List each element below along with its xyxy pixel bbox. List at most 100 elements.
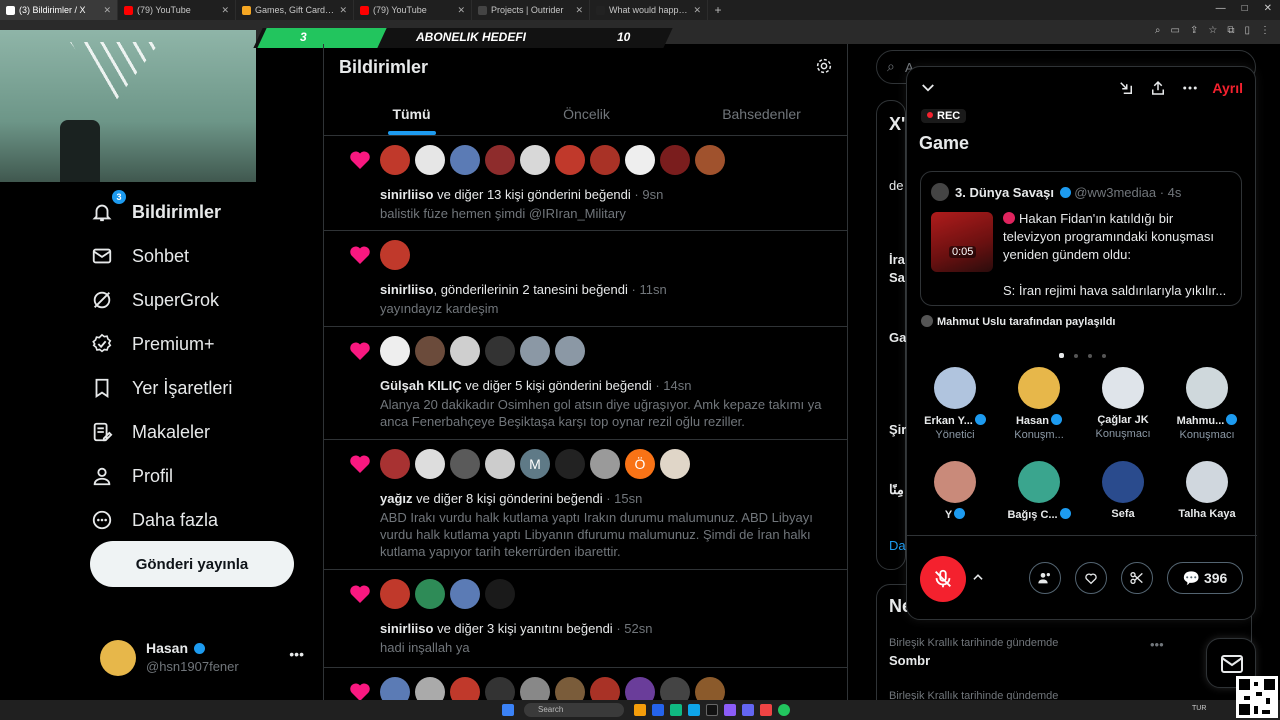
avatar[interactable] <box>625 145 655 175</box>
notification-item[interactable]: sinirliiso ve diğer 13 kişi gönderini be… <box>324 136 847 231</box>
notification-item[interactable]: M Öyağız ve diğer 8 kişi gönderini beğend… <box>324 440 847 570</box>
more-icon[interactable] <box>1181 79 1199 97</box>
sidebar-item-verified[interactable]: Premium+ <box>90 322 310 366</box>
notification-item[interactable] <box>324 668 847 700</box>
account-switcher[interactable]: Hasan @hsn1907fener ••• <box>100 638 310 678</box>
sidebar-item-article[interactable]: Makaleler <box>90 410 310 454</box>
speaker[interactable]: Hasan Konuşm... <box>997 367 1081 441</box>
avatar[interactable] <box>450 449 480 479</box>
notification-item[interactable]: sinirliiso, gönderilerinin 2 tanesini be… <box>324 231 847 327</box>
avatar[interactable] <box>555 449 585 479</box>
post-button[interactable]: Gönderi yayınla <box>90 541 294 587</box>
avatar[interactable] <box>380 579 410 609</box>
notification-user[interactable]: yağız <box>380 491 413 506</box>
new-tab-icon[interactable]: + <box>708 3 728 17</box>
app-icon[interactable] <box>670 704 682 716</box>
avatar[interactable] <box>380 145 410 175</box>
sidebar-item-more-circle[interactable]: Daha fazla <box>90 498 310 542</box>
speaker[interactable]: Talha Kaya <box>1165 461 1249 520</box>
avatar[interactable] <box>415 579 445 609</box>
taskbar-search[interactable]: Search <box>524 703 624 717</box>
sidebar-item-grok[interactable]: SuperGrok <box>90 278 310 322</box>
avatar[interactable] <box>450 677 480 700</box>
avatar[interactable] <box>450 579 480 609</box>
close-tab-icon[interactable]: ✕ <box>575 5 583 16</box>
clip-button[interactable] <box>1121 562 1153 594</box>
notification-user[interactable]: sinirliiso <box>380 282 433 297</box>
leave-button[interactable]: Ayrıl <box>1212 80 1243 96</box>
avatar[interactable] <box>625 677 655 700</box>
avatar[interactable] <box>590 145 620 175</box>
browser-tab[interactable]: (79) YouTube ✕ <box>118 0 236 20</box>
chevron-down-icon[interactable] <box>919 79 937 97</box>
star-icon[interactable]: ☆ <box>1208 25 1217 36</box>
notification-user[interactable]: sinirliiso <box>380 187 433 202</box>
avatar[interactable] <box>520 336 550 366</box>
browser-tab[interactable]: Projects | Outrider ✕ <box>472 0 590 20</box>
sidebar-icon[interactable]: ▯ <box>1244 25 1250 36</box>
mic-muted-button[interactable] <box>920 556 966 602</box>
speaker[interactable]: Y <box>913 461 997 521</box>
share-icon[interactable] <box>1149 79 1167 97</box>
app-icon[interactable] <box>652 704 664 716</box>
avatar[interactable] <box>555 677 585 700</box>
zoom-icon[interactable]: ⌕ <box>1155 25 1161 36</box>
chevron-up-icon[interactable] <box>971 570 985 584</box>
speaker[interactable]: Bağış C... <box>997 461 1081 521</box>
tab-all[interactable]: Tümü <box>324 96 499 135</box>
maximize-icon[interactable]: □ <box>1242 3 1248 14</box>
avatar[interactable] <box>485 677 515 700</box>
pinned-tweet[interactable]: 3. Dünya Savaşı @ww3mediaa · 4s 0:05 Hak… <box>920 171 1242 306</box>
more-icon[interactable]: ••• <box>289 646 304 662</box>
avatar[interactable] <box>590 677 620 700</box>
avatar[interactable] <box>380 677 410 700</box>
browser-tab[interactable]: (3) Bildirimler / X ✕ <box>0 0 118 20</box>
avatar[interactable] <box>660 449 690 479</box>
speaker[interactable]: Sefa <box>1081 461 1165 520</box>
notification-user[interactable]: Gülşah KILIÇ <box>380 378 462 393</box>
minimize-space-icon[interactable] <box>1117 79 1135 97</box>
share-icon[interactable]: ⇪ <box>1190 25 1198 36</box>
avatar[interactable] <box>590 449 620 479</box>
avatar[interactable] <box>485 579 515 609</box>
app-icon[interactable] <box>706 704 718 716</box>
avatar[interactable] <box>660 677 690 700</box>
avatar[interactable] <box>485 449 515 479</box>
notification-item[interactable]: Gülşah KILIÇ ve diğer 5 kişi gönderini b… <box>324 327 847 440</box>
notification-item[interactable]: sinirliiso ve diğer 3 kişi yanıtını beğe… <box>324 570 847 668</box>
people-button[interactable] <box>1029 562 1061 594</box>
edge-icon[interactable] <box>688 704 700 716</box>
speaker[interactable]: Erkan Y... Yönetici <box>913 367 997 441</box>
cast-icon[interactable]: ▭ <box>1171 25 1180 36</box>
avatar[interactable] <box>555 145 585 175</box>
notification-user[interactable]: sinirliiso <box>380 621 433 636</box>
avatar[interactable] <box>555 336 585 366</box>
avatar[interactable] <box>695 145 725 175</box>
close-tab-icon[interactable]: ✕ <box>693 5 701 16</box>
avatar[interactable] <box>695 677 725 700</box>
sidebar-item-person[interactable]: Profil <box>90 454 310 498</box>
tab-priority[interactable]: Öncelik <box>499 96 674 135</box>
comments-button[interactable]: 💬 396 <box>1167 562 1243 594</box>
chrome-icon[interactable] <box>778 704 790 716</box>
avatar[interactable] <box>660 145 690 175</box>
avatar[interactable] <box>450 145 480 175</box>
avatar[interactable] <box>485 145 515 175</box>
sidebar-item-mail[interactable]: Sohbet <box>90 234 310 278</box>
avatar[interactable] <box>415 145 445 175</box>
minimize-icon[interactable]: — <box>1216 3 1226 14</box>
close-tab-icon[interactable]: ✕ <box>221 5 229 16</box>
app-icon[interactable] <box>742 704 754 716</box>
folder-icon[interactable] <box>634 704 646 716</box>
avatar[interactable] <box>415 449 445 479</box>
windows-start-icon[interactable] <box>502 704 514 716</box>
avatar[interactable] <box>520 145 550 175</box>
avatar[interactable] <box>415 677 445 700</box>
close-tab-icon[interactable]: ✕ <box>457 5 465 16</box>
speaker[interactable]: Mahmu... Konuşmacı <box>1165 367 1249 441</box>
avatar[interactable] <box>415 336 445 366</box>
trend-name[interactable]: Sombr <box>889 653 930 668</box>
react-button[interactable] <box>1075 562 1107 594</box>
extensions-icon[interactable]: ⧉ <box>1227 25 1234 36</box>
more-icon[interactable]: ••• <box>1150 637 1164 652</box>
